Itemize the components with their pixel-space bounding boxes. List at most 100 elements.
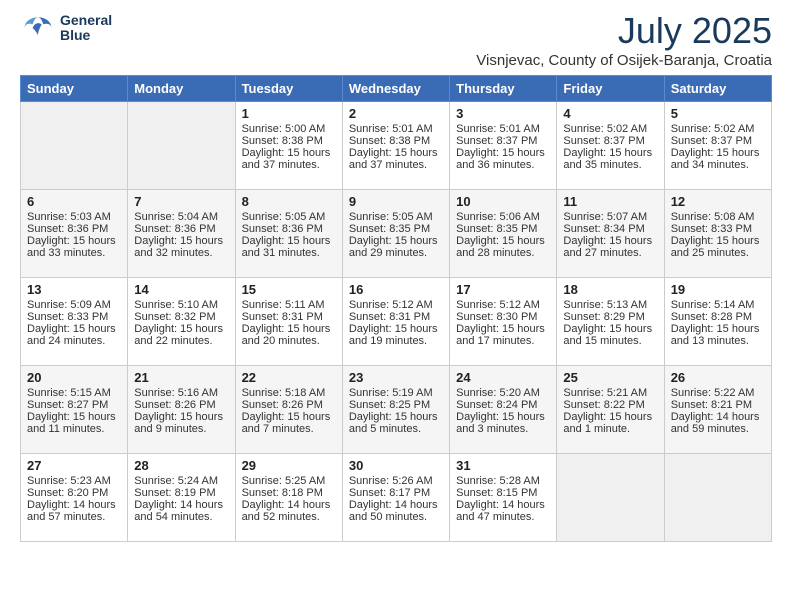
cell-content-line: Daylight: 15 hours and 5 minutes. bbox=[349, 411, 443, 435]
cell-content-line: Sunset: 8:37 PM bbox=[456, 135, 550, 147]
calendar-cell: 23Sunrise: 5:19 AMSunset: 8:25 PMDayligh… bbox=[342, 366, 449, 454]
logo: General Blue bbox=[20, 10, 112, 46]
calendar-cell: 9Sunrise: 5:05 AMSunset: 8:35 PMDaylight… bbox=[342, 190, 449, 278]
logo-line2: Blue bbox=[60, 28, 112, 43]
cell-content-line: Daylight: 15 hours and 32 minutes. bbox=[134, 235, 228, 259]
cell-content-line: Sunset: 8:26 PM bbox=[242, 399, 336, 411]
cell-content-line: Sunset: 8:37 PM bbox=[563, 135, 657, 147]
weekday-header-saturday: Saturday bbox=[664, 76, 771, 102]
day-number: 27 bbox=[27, 458, 121, 473]
cell-content-line: Daylight: 14 hours and 52 minutes. bbox=[242, 499, 336, 523]
cell-content-line: Sunrise: 5:18 AM bbox=[242, 387, 336, 399]
cell-content-line: Daylight: 15 hours and 35 minutes. bbox=[563, 147, 657, 171]
day-number: 25 bbox=[563, 370, 657, 385]
cell-content-line: Sunrise: 5:06 AM bbox=[456, 211, 550, 223]
cell-content-line: Daylight: 15 hours and 29 minutes. bbox=[349, 235, 443, 259]
cell-content-line: Daylight: 15 hours and 25 minutes. bbox=[671, 235, 765, 259]
calendar-cell: 20Sunrise: 5:15 AMSunset: 8:27 PMDayligh… bbox=[21, 366, 128, 454]
calendar-cell: 28Sunrise: 5:24 AMSunset: 8:19 PMDayligh… bbox=[128, 454, 235, 542]
cell-content-line: Daylight: 15 hours and 31 minutes. bbox=[242, 235, 336, 259]
calendar-cell: 16Sunrise: 5:12 AMSunset: 8:31 PMDayligh… bbox=[342, 278, 449, 366]
day-number: 13 bbox=[27, 282, 121, 297]
day-number: 11 bbox=[563, 194, 657, 209]
day-number: 16 bbox=[349, 282, 443, 297]
title-block: July 2025 Visnjevac, County of Osijek-Ba… bbox=[476, 10, 772, 69]
calendar-cell: 18Sunrise: 5:13 AMSunset: 8:29 PMDayligh… bbox=[557, 278, 664, 366]
day-number: 31 bbox=[456, 458, 550, 473]
cell-content-line: Sunset: 8:36 PM bbox=[27, 223, 121, 235]
cell-content-line: Sunrise: 5:00 AM bbox=[242, 123, 336, 135]
cell-content-line: Sunset: 8:37 PM bbox=[671, 135, 765, 147]
calendar-cell bbox=[664, 454, 771, 542]
calendar-cell: 21Sunrise: 5:16 AMSunset: 8:26 PMDayligh… bbox=[128, 366, 235, 454]
calendar-cell: 10Sunrise: 5:06 AMSunset: 8:35 PMDayligh… bbox=[450, 190, 557, 278]
cell-content-line: Sunset: 8:15 PM bbox=[456, 487, 550, 499]
cell-content-line: Daylight: 15 hours and 20 minutes. bbox=[242, 323, 336, 347]
cell-content-line: Sunset: 8:35 PM bbox=[456, 223, 550, 235]
calendar-cell: 31Sunrise: 5:28 AMSunset: 8:15 PMDayligh… bbox=[450, 454, 557, 542]
cell-content-line: Daylight: 15 hours and 22 minutes. bbox=[134, 323, 228, 347]
cell-content-line: Sunset: 8:38 PM bbox=[242, 135, 336, 147]
cell-content-line: Daylight: 15 hours and 19 minutes. bbox=[349, 323, 443, 347]
calendar-table: SundayMondayTuesdayWednesdayThursdayFrid… bbox=[20, 75, 772, 542]
day-number: 12 bbox=[671, 194, 765, 209]
cell-content-line: Sunrise: 5:20 AM bbox=[456, 387, 550, 399]
cell-content-line: Sunrise: 5:02 AM bbox=[563, 123, 657, 135]
day-number: 24 bbox=[456, 370, 550, 385]
cell-content-line: Sunrise: 5:12 AM bbox=[349, 299, 443, 311]
day-number: 28 bbox=[134, 458, 228, 473]
calendar-cell: 14Sunrise: 5:10 AMSunset: 8:32 PMDayligh… bbox=[128, 278, 235, 366]
calendar-cell: 11 Sunrise: 5:07 AMSunset: 8:34 PMDayligh… bbox=[557, 190, 664, 278]
cell-content-line: Sunset: 8:33 PM bbox=[671, 223, 765, 235]
weekday-header-row: SundayMondayTuesdayWednesdayThursdayFrid… bbox=[21, 76, 772, 102]
day-number: 23 bbox=[349, 370, 443, 385]
cell-content-line: Daylight: 15 hours and 34 minutes. bbox=[671, 147, 765, 171]
calendar-cell: 27Sunrise: 5:23 AMSunset: 8:20 PMDayligh… bbox=[21, 454, 128, 542]
weekday-header-tuesday: Tuesday bbox=[235, 76, 342, 102]
cell-content-line: Daylight: 15 hours and 27 minutes. bbox=[563, 235, 657, 259]
day-number: 7 bbox=[134, 194, 228, 209]
cell-content-line: Daylight: 15 hours and 17 minutes. bbox=[456, 323, 550, 347]
day-number: 4 bbox=[563, 106, 657, 121]
weekday-header-monday: Monday bbox=[128, 76, 235, 102]
cell-content-line: Daylight: 15 hours and 36 minutes. bbox=[456, 147, 550, 171]
weekday-header-wednesday: Wednesday bbox=[342, 76, 449, 102]
cell-content-line: Sunset: 8:25 PM bbox=[349, 399, 443, 411]
calendar-week-row: 1Sunrise: 5:00 AMSunset: 8:38 PMDaylight… bbox=[21, 102, 772, 190]
day-number: 17 bbox=[456, 282, 550, 297]
cell-content-line: Sunrise: 5:01 AM bbox=[456, 123, 550, 135]
cell-content-line: Sunrise: 5:02 AM bbox=[671, 123, 765, 135]
calendar-cell: 25Sunrise: 5:21 AMSunset: 8:22 PMDayligh… bbox=[557, 366, 664, 454]
day-number: 3 bbox=[456, 106, 550, 121]
calendar-week-row: 6Sunrise: 5:03 AMSunset: 8:36 PMDaylight… bbox=[21, 190, 772, 278]
month-year: July 2025 bbox=[476, 10, 772, 52]
day-number: 26 bbox=[671, 370, 765, 385]
location: Visnjevac, County of Osijek-Baranja, Cro… bbox=[476, 52, 772, 69]
calendar-cell: 3 Sunrise: 5:01 AMSunset: 8:37 PMDaylight… bbox=[450, 102, 557, 190]
cell-content-line: Sunset: 8:38 PM bbox=[349, 135, 443, 147]
day-number: 18 bbox=[563, 282, 657, 297]
day-number: 6 bbox=[27, 194, 121, 209]
cell-content-line: Sunrise: 5:09 AM bbox=[27, 299, 121, 311]
calendar-cell: 19Sunrise: 5:14 AMSunset: 8:28 PMDayligh… bbox=[664, 278, 771, 366]
calendar-cell bbox=[557, 454, 664, 542]
cell-content-line: Sunset: 8:19 PM bbox=[134, 487, 228, 499]
calendar-cell: 30Sunrise: 5:26 AMSunset: 8:17 PMDayligh… bbox=[342, 454, 449, 542]
cell-content-line: Sunset: 8:34 PM bbox=[563, 223, 657, 235]
weekday-header-sunday: Sunday bbox=[21, 76, 128, 102]
calendar-cell: 4 Sunrise: 5:02 AMSunset: 8:37 PMDaylight… bbox=[557, 102, 664, 190]
calendar-cell: 26Sunrise: 5:22 AMSunset: 8:21 PMDayligh… bbox=[664, 366, 771, 454]
logo-icon bbox=[20, 10, 56, 46]
cell-content-line: Sunrise: 5:04 AM bbox=[134, 211, 228, 223]
cell-content-line: Sunset: 8:21 PM bbox=[671, 399, 765, 411]
cell-content-line: Sunrise: 5:07 AM bbox=[563, 211, 657, 223]
calendar-cell: 2Sunrise: 5:01 AMSunset: 8:38 PMDaylight… bbox=[342, 102, 449, 190]
cell-content-line: Daylight: 14 hours and 54 minutes. bbox=[134, 499, 228, 523]
day-number: 21 bbox=[134, 370, 228, 385]
cell-content-line: Daylight: 15 hours and 11 minutes. bbox=[27, 411, 121, 435]
calendar-cell: 5Sunrise: 5:02 AMSunset: 8:37 PMDaylight… bbox=[664, 102, 771, 190]
cell-content-line: Sunset: 8:27 PM bbox=[27, 399, 121, 411]
weekday-header-thursday: Thursday bbox=[450, 76, 557, 102]
logo-text: General Blue bbox=[60, 13, 112, 44]
cell-content-line: Daylight: 15 hours and 3 minutes. bbox=[456, 411, 550, 435]
